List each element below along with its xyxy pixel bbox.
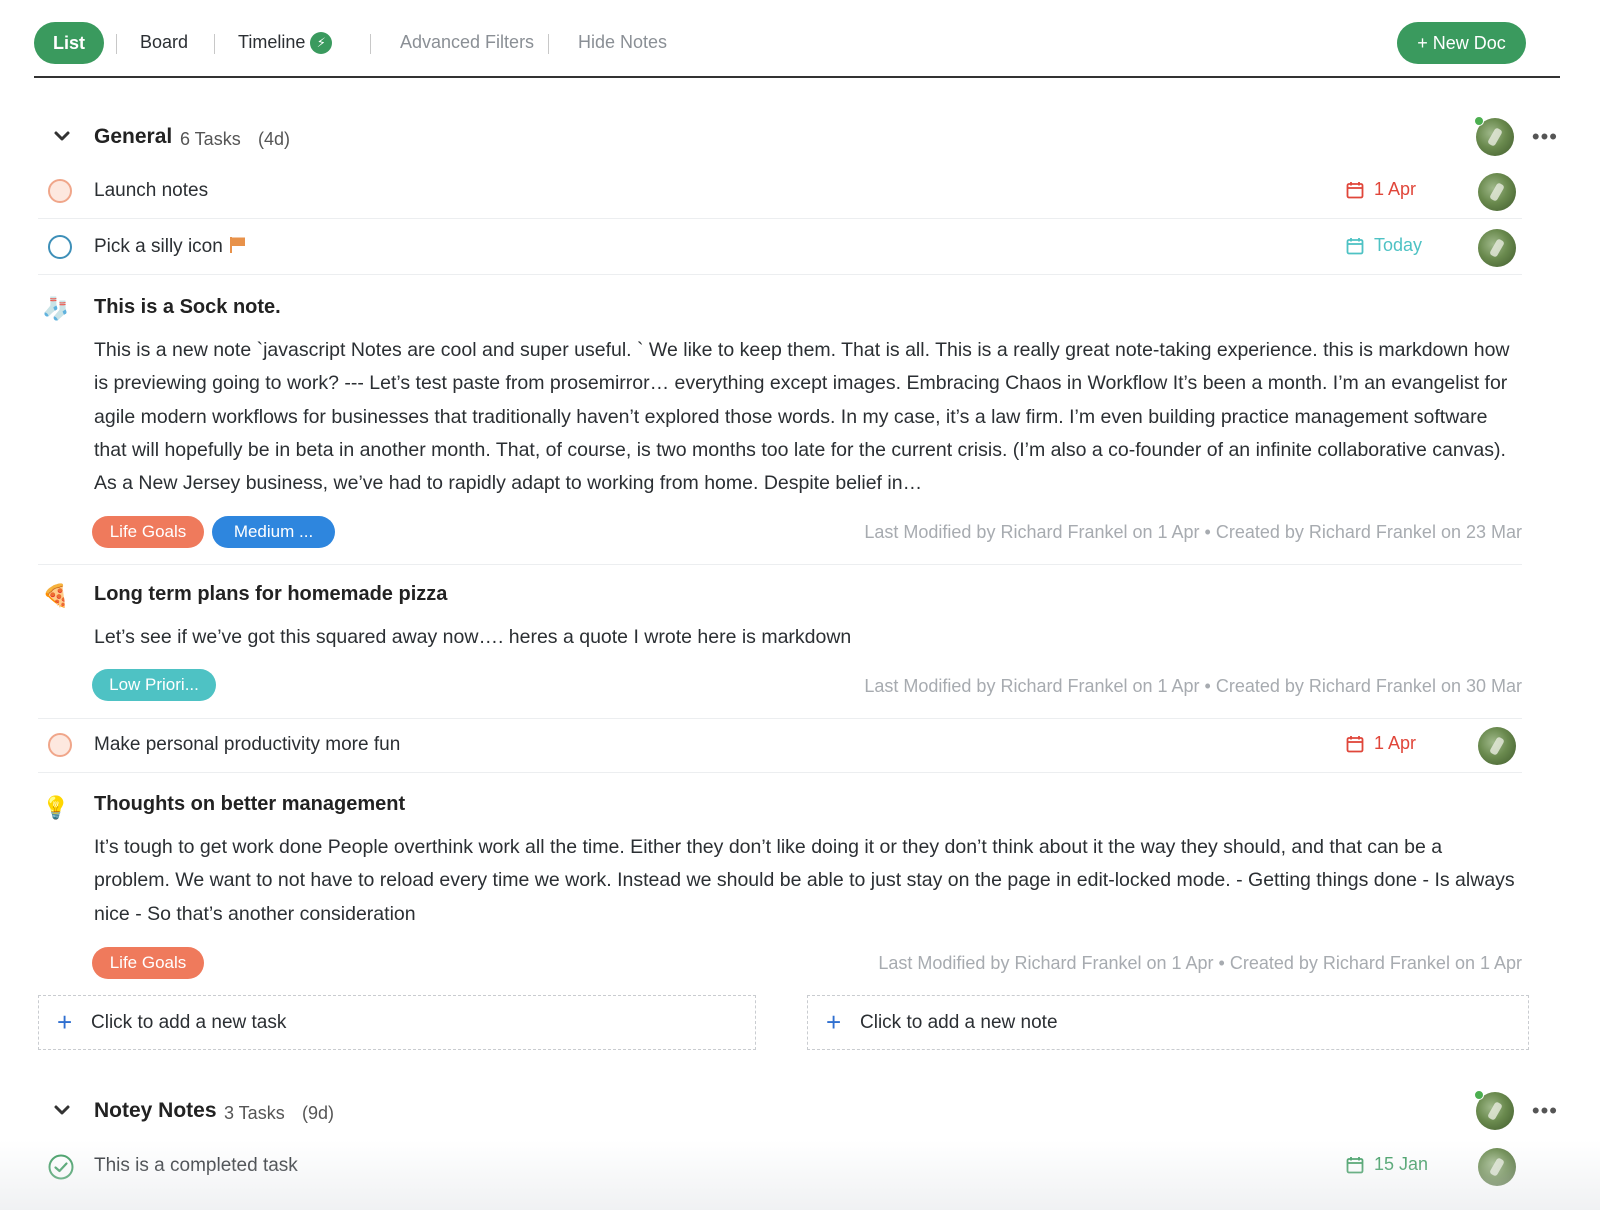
add-note-label: Click to add a new note xyxy=(860,1012,1058,1033)
chevron-down-icon[interactable] xyxy=(52,126,72,146)
tag-low-priority[interactable]: Low Priori... xyxy=(92,669,216,701)
sock-icon: 🧦 xyxy=(42,296,70,321)
task-title-wrap: Pick a silly icon xyxy=(94,236,247,258)
assignee-avatar[interactable] xyxy=(1478,173,1516,211)
task-status-circle[interactable] xyxy=(48,235,72,259)
note-card[interactable]: 💡 Thoughts on better management It’s tou… xyxy=(38,773,1522,989)
note-meta: Last Modified by Richard Frankel on 1 Ap… xyxy=(878,953,1522,973)
due-date-label: 1 Apr xyxy=(1374,733,1417,753)
task-title[interactable]: Launch notes xyxy=(94,180,208,202)
assignee-avatar[interactable] xyxy=(1478,229,1516,267)
due-date-label: 15 Jan xyxy=(1374,1154,1429,1174)
task-status-circle[interactable] xyxy=(48,733,72,757)
divider xyxy=(116,34,117,54)
add-note-button[interactable]: + Click to add a new note xyxy=(807,995,1529,1050)
calendar-icon xyxy=(1346,237,1364,254)
divider xyxy=(214,34,215,54)
divider xyxy=(370,34,371,54)
group-days: (9d) xyxy=(302,1103,335,1123)
lightning-icon: ⚡ xyxy=(310,32,333,54)
new-doc-button[interactable]: + New Doc xyxy=(1397,22,1526,64)
chevron-down-icon[interactable] xyxy=(52,1100,72,1120)
task-title[interactable]: Make personal productivity more fun xyxy=(94,734,400,756)
add-task-button[interactable]: + Click to add a new task xyxy=(38,995,756,1050)
note-preview: It’s tough to get work done People overt… xyxy=(94,836,1515,925)
group-task-count: 6 Tasks xyxy=(180,129,241,149)
pizza-icon: 🍕 xyxy=(42,583,70,608)
lightbulb-icon: 💡 xyxy=(42,795,70,820)
tag-life-goals[interactable]: Life Goals xyxy=(92,516,204,548)
group-task-count: 3 Tasks xyxy=(224,1103,285,1123)
check-circle-icon[interactable] xyxy=(48,1154,74,1180)
tab-board[interactable]: Board xyxy=(140,32,188,53)
task-status-circle[interactable] xyxy=(48,179,72,203)
due-date-label: 1 Apr xyxy=(1374,179,1417,199)
task-title[interactable]: Pick a silly icon xyxy=(94,236,223,257)
due-date[interactable]: Today xyxy=(1346,235,1422,256)
note-title[interactable]: Thoughts on better management xyxy=(94,793,405,816)
assignee-avatar[interactable] xyxy=(1478,1148,1516,1186)
tab-timeline[interactable]: Timeline ⚡ xyxy=(238,32,333,54)
online-status-dot xyxy=(1474,116,1484,126)
due-date-label: Today xyxy=(1374,235,1423,255)
task-row[interactable]: This is a completed task 15 Jan xyxy=(38,1140,1522,1194)
plus-icon: + xyxy=(57,1007,73,1037)
task-row[interactable]: Make personal productivity more fun 1 Ap… xyxy=(38,719,1522,773)
tab-timeline-label: Timeline xyxy=(238,32,306,52)
note-meta: Last Modified by Richard Frankel on 1 Ap… xyxy=(864,676,1522,696)
plus-icon: + xyxy=(826,1007,842,1037)
note-title[interactable]: Long term plans for homemade pizza xyxy=(94,583,447,606)
assignee-avatar[interactable] xyxy=(1478,727,1516,765)
add-task-label: Click to add a new task xyxy=(91,1012,287,1033)
tag-life-goals[interactable]: Life Goals xyxy=(92,947,204,979)
more-options-icon[interactable]: ••• xyxy=(1532,124,1558,150)
tag-medium[interactable]: Medium ... xyxy=(212,516,335,548)
calendar-icon xyxy=(1346,1156,1364,1173)
tab-list[interactable]: List xyxy=(34,22,104,64)
note-meta: Last Modified by Richard Frankel on 1 Ap… xyxy=(864,522,1522,542)
view-toolbar: List Board Timeline ⚡ Advanced Filters Hi… xyxy=(34,20,1560,78)
group-days: (4d) xyxy=(258,129,291,149)
note-card[interactable]: 🍕 Long term plans for homemade pizza Let… xyxy=(38,565,1522,719)
group-header-notey-notes: Notey Notes 3 Tasks (9d) ••• xyxy=(34,1090,1560,1134)
task-row[interactable]: Pick a silly icon Today xyxy=(38,221,1522,275)
note-title[interactable]: This is a Sock note. xyxy=(94,296,281,319)
more-options-icon[interactable]: ••• xyxy=(1532,1098,1558,1124)
group-title[interactable]: Notey Notes xyxy=(94,1099,217,1123)
group-title[interactable]: General xyxy=(94,125,172,149)
online-status-dot xyxy=(1474,1090,1484,1100)
group-header-general: General 6 Tasks (4d) ••• xyxy=(34,116,1560,160)
advanced-filters-link[interactable]: Advanced Filters xyxy=(400,32,534,53)
note-preview: This is a new note `javascript Notes are… xyxy=(94,339,1510,495)
due-date[interactable]: 15 Jan xyxy=(1346,1154,1428,1175)
calendar-icon xyxy=(1346,181,1364,198)
due-date[interactable]: 1 Apr xyxy=(1346,733,1416,754)
note-card[interactable]: 🧦 This is a Sock note. This is a new not… xyxy=(38,276,1522,565)
priority-flag-icon[interactable] xyxy=(229,236,247,254)
due-date[interactable]: 1 Apr xyxy=(1346,179,1416,200)
hide-notes-link[interactable]: Hide Notes xyxy=(578,32,667,53)
task-row[interactable]: Launch notes 1 Apr xyxy=(38,165,1522,219)
note-preview: Let’s see if we’ve got this squared away… xyxy=(94,626,852,648)
task-title[interactable]: This is a completed task xyxy=(94,1155,298,1177)
divider xyxy=(548,34,549,54)
calendar-icon xyxy=(1346,735,1364,752)
